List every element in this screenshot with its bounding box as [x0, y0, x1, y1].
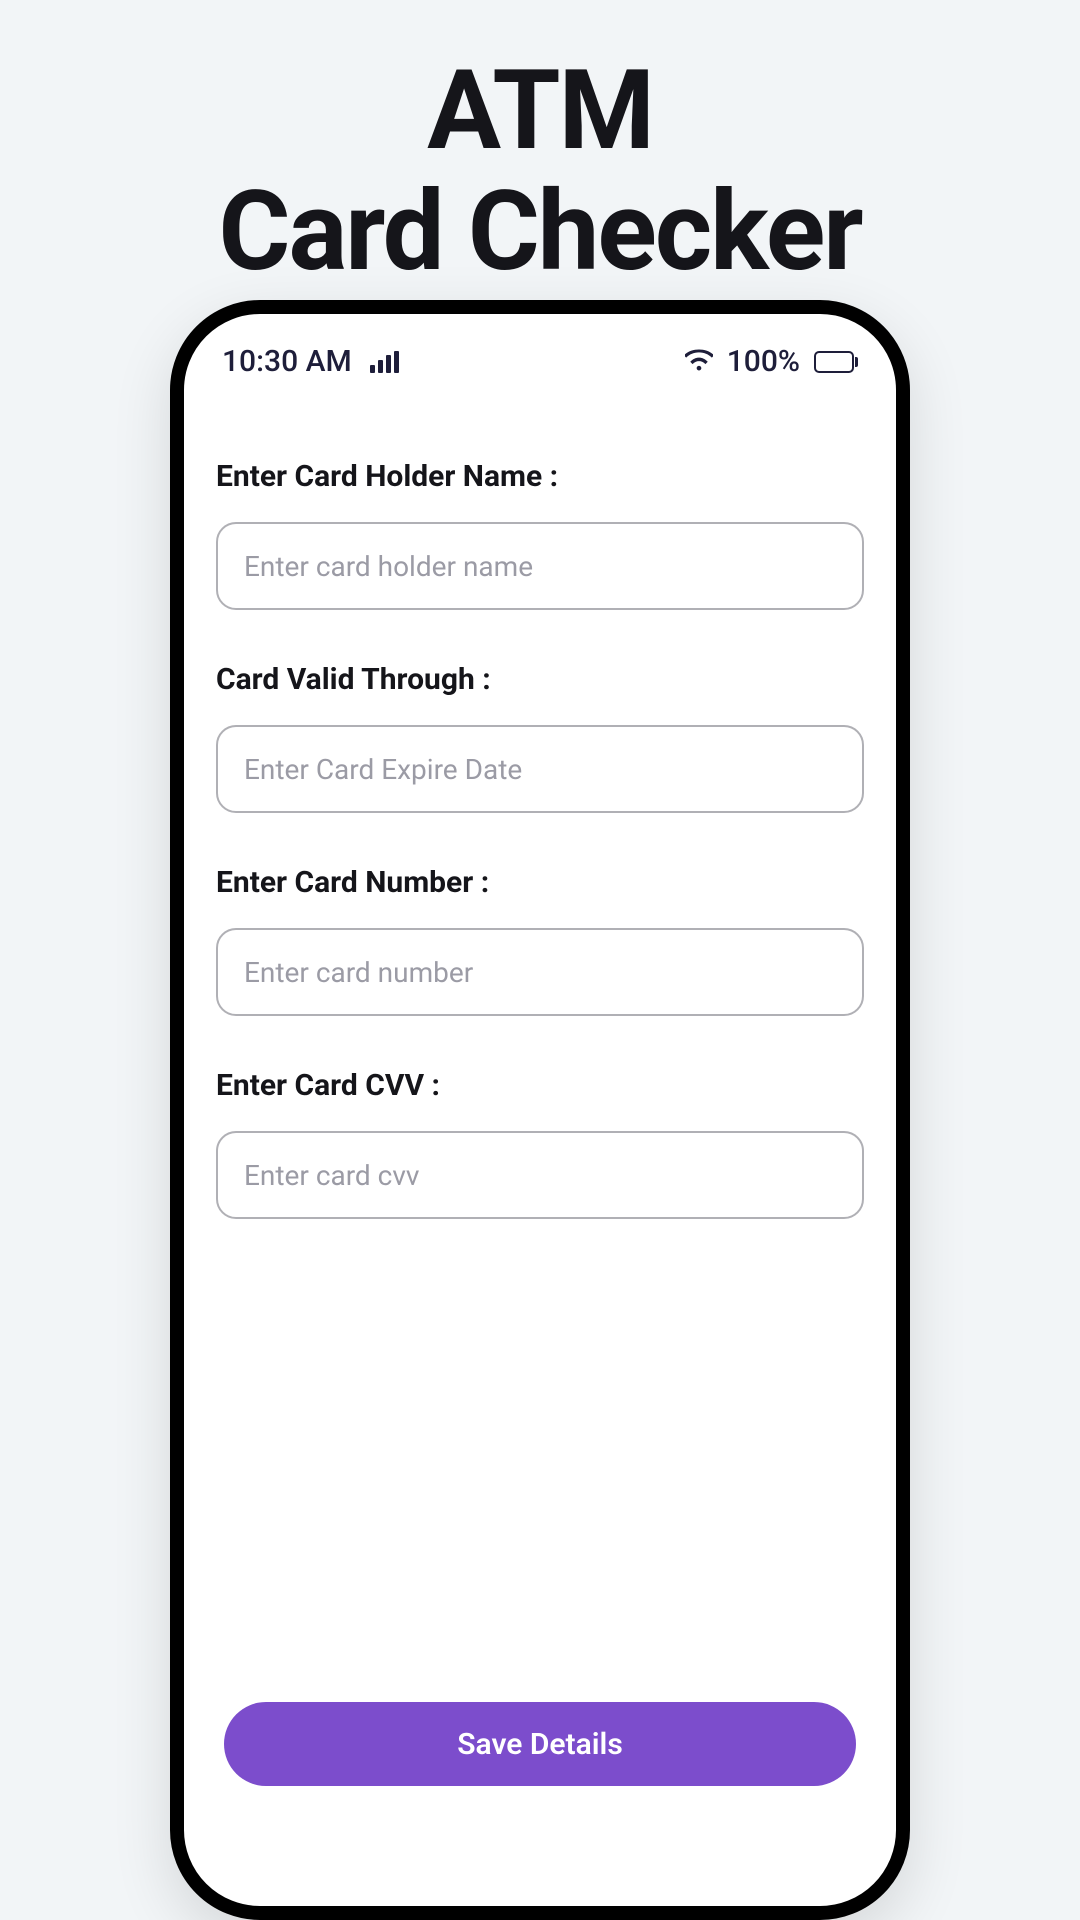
- page-title: ATM Card Checker: [0, 0, 1080, 292]
- card-holder-name-label: Enter Card Holder Name :: [216, 459, 864, 494]
- card-number-input[interactable]: [216, 928, 864, 1016]
- status-time: 10:30 AM: [222, 344, 352, 379]
- card-number-group: Enter Card Number :: [216, 865, 864, 1016]
- valid-through-label: Card Valid Through :: [216, 662, 864, 697]
- card-holder-name-group: Enter Card Holder Name :: [216, 459, 864, 610]
- valid-through-group: Card Valid Through :: [216, 662, 864, 813]
- card-holder-name-input[interactable]: [216, 522, 864, 610]
- battery-icon: [814, 351, 858, 373]
- cvv-group: Enter Card CVV :: [216, 1068, 864, 1219]
- cellular-signal-icon: [370, 351, 399, 373]
- card-form: Enter Card Holder Name : Card Valid Thro…: [184, 389, 896, 1219]
- title-line-1: ATM: [427, 46, 653, 175]
- card-number-label: Enter Card Number :: [216, 865, 864, 900]
- save-details-button[interactable]: Save Details: [224, 1702, 856, 1786]
- wifi-icon: [685, 344, 713, 379]
- status-bar-right: 100%: [685, 344, 858, 379]
- phone-frame: 10:30 AM 100% Enter Card Holder Name :: [170, 300, 910, 1920]
- status-bar: 10:30 AM 100%: [184, 314, 896, 389]
- cvv-label: Enter Card CVV :: [216, 1068, 864, 1103]
- valid-through-input[interactable]: [216, 725, 864, 813]
- cvv-input[interactable]: [216, 1131, 864, 1219]
- status-bar-left: 10:30 AM: [222, 344, 399, 379]
- battery-percent: 100%: [727, 344, 800, 379]
- title-line-2: Card Checker: [218, 167, 861, 296]
